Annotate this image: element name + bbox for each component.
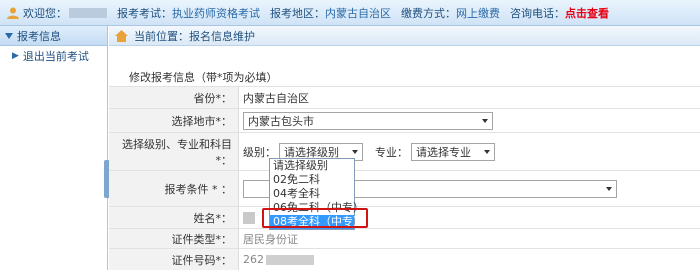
id-number-label: 证件号码*：: [109, 249, 238, 270]
city-select-value: 内蒙古包头市: [248, 114, 314, 128]
chevron-down-icon: [606, 186, 612, 191]
user-icon: [7, 7, 19, 19]
major-label: 专业：: [375, 145, 408, 159]
main-content: 当前位置：报名信息维护 修改报考信息（带*项为必填） 省份*： 内蒙古自治区 选…: [109, 26, 700, 270]
exam-label: 报考考试：: [117, 6, 172, 20]
highlight-box: [262, 208, 368, 228]
region-value: 内蒙古自治区: [325, 6, 391, 20]
chevron-down-icon: [484, 149, 490, 154]
expand-arrow-icon: [5, 32, 13, 39]
level-subject-label: 选择级别、专业和科目*：: [109, 133, 238, 170]
chevron-down-icon: [352, 149, 358, 154]
name-value-masked: [243, 211, 255, 224]
city-label: 选择地市*：: [109, 109, 238, 132]
sidebar-item-exit-exam[interactable]: ▶ 退出当前考试: [0, 46, 107, 66]
city-select[interactable]: 内蒙古包头市: [243, 111, 493, 130]
id-number-value: 262: [243, 253, 264, 266]
major-select-value: 请选择专业: [416, 145, 471, 159]
major-select[interactable]: 请选择专业: [411, 142, 495, 161]
city-row: 选择地市*： 内蒙古包头市: [109, 108, 700, 132]
level-option[interactable]: 请选择级别: [270, 159, 354, 173]
name-row: 姓名*：: [109, 206, 700, 228]
bullet-arrow-icon: ▶: [12, 51, 19, 61]
condition-row: 报考条件 * ：: [109, 170, 700, 206]
sidebar-item-label: 退出当前考试: [22, 50, 89, 63]
hotline-link[interactable]: 点击查看: [565, 5, 609, 21]
welcome-label: 欢迎您：: [23, 6, 67, 20]
username-masked: [69, 7, 107, 18]
sidebar-header[interactable]: 报考信息: [0, 26, 107, 46]
breadcrumb: 当前位置：报名信息维护: [109, 26, 700, 46]
level-option[interactable]: 02免二科: [270, 173, 354, 187]
payment-value: 网上缴费: [456, 6, 500, 20]
province-row: 省份*： 内蒙古自治区: [109, 86, 700, 108]
region-label: 报考地区：: [270, 6, 325, 20]
payment-label: 缴费方式：: [401, 6, 456, 20]
id-type-row: 证件类型*： 居民身份证: [109, 228, 700, 248]
exam-value: 执业药师资格考试: [172, 6, 260, 20]
chevron-down-icon: [482, 118, 488, 123]
hotline-label: 咨询电话：: [510, 6, 565, 20]
province-value: 内蒙古自治区: [243, 91, 309, 105]
top-bar: 欢迎您： 报考考试： 执业药师资格考试 报考地区： 内蒙古自治区 缴费方式： 网…: [0, 0, 700, 26]
level-subject-row: 选择级别、专业和科目*： 级别： 请选择级别 专业： 请选择专业: [109, 132, 700, 170]
province-label: 省份*：: [109, 87, 238, 108]
level-option[interactable]: 04考全科: [270, 187, 354, 201]
id-type-label: 证件类型*：: [109, 229, 238, 248]
condition-label: 报考条件 * ：: [109, 171, 238, 206]
sidebar: 报考信息 ▶ 退出当前考试: [0, 26, 108, 270]
form-title: 修改报考信息（带*项为必填）: [129, 71, 278, 84]
sidebar-header-label: 报考信息: [17, 29, 61, 43]
home-icon: [115, 29, 128, 42]
id-number-row: 证件号码*： 262: [109, 248, 700, 270]
id-type-value: 居民身份证: [243, 232, 298, 246]
id-number-masked: [266, 254, 314, 265]
breadcrumb-text: 当前位置：报名信息维护: [134, 29, 255, 43]
name-label: 姓名*：: [109, 207, 238, 228]
